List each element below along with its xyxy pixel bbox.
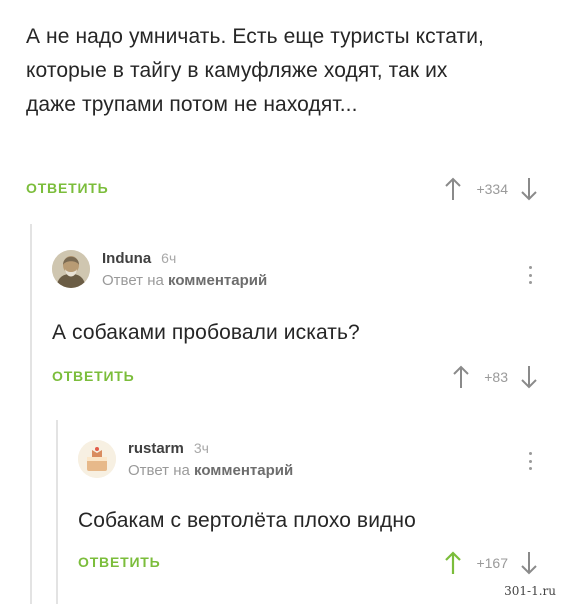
comment-text: Собакам с вертолёта плохо видно (78, 509, 416, 532)
reply-button[interactable]: ОТВЕТИТЬ (26, 180, 109, 196)
comment-actions: ОТВЕТИТЬ +167 (78, 551, 546, 578)
avatar[interactable] (78, 440, 116, 478)
reply-to-prefix: Ответ на (128, 462, 190, 479)
comment-time: 6ч (161, 250, 177, 266)
watermark: 301-1.ru (504, 584, 556, 598)
reply-to-prefix: Ответ на (102, 272, 164, 289)
vote-controls: +167 (442, 550, 540, 576)
comment-header: Induna 6ч Ответ на комментарий (52, 250, 546, 294)
comment-text: А собаками пробовали искать? (52, 321, 360, 344)
author-username[interactable]: Induna (102, 250, 151, 267)
comment-actions: ОТВЕТИТЬ +334 (26, 177, 546, 204)
thread-line-level-2 (56, 420, 58, 604)
reply-button[interactable]: ОТВЕТИТЬ (52, 368, 135, 384)
vote-controls: +83 (450, 364, 540, 390)
downvote-arrow-icon[interactable] (518, 176, 540, 202)
cake-icon (78, 440, 116, 478)
avatar[interactable] (52, 250, 90, 288)
rating-count: +83 (484, 369, 508, 385)
man-portrait-icon (52, 250, 90, 288)
downvote-arrow-icon[interactable] (518, 550, 540, 576)
rating-count: +334 (476, 181, 508, 197)
reply-to-link[interactable]: комментарий (168, 272, 267, 289)
reply-button[interactable]: ОТВЕТИТЬ (78, 554, 161, 570)
vote-controls: +334 (442, 176, 540, 202)
author-name[interactable]: Induna 6ч (102, 250, 176, 267)
comment-root: А не надо умничать. Есть еще туристы кст… (26, 20, 546, 201)
upvote-arrow-icon[interactable] (442, 176, 464, 202)
comment-time: 3ч (193, 440, 209, 456)
rating-count: +167 (476, 555, 508, 571)
comment-text: А не надо умничать. Есть еще туристы кст… (26, 25, 484, 116)
thread-line-level-1 (30, 224, 32, 604)
comment-actions: ОТВЕТИТЬ +83 (52, 365, 546, 392)
author-username[interactable]: rustarm (128, 440, 184, 457)
reply-to-line: Ответ на комментарий (102, 272, 267, 289)
upvote-arrow-icon[interactable] (450, 364, 472, 390)
author-name[interactable]: rustarm 3ч (128, 440, 209, 457)
comment-header: rustarm 3ч Ответ на комментарий (78, 440, 546, 484)
more-options-icon[interactable] (522, 262, 538, 288)
reply-to-link[interactable]: комментарий (194, 462, 293, 479)
reply-to-line: Ответ на комментарий (128, 462, 293, 479)
upvote-arrow-icon[interactable] (442, 550, 464, 576)
downvote-arrow-icon[interactable] (518, 364, 540, 390)
more-options-icon[interactable] (522, 448, 538, 474)
